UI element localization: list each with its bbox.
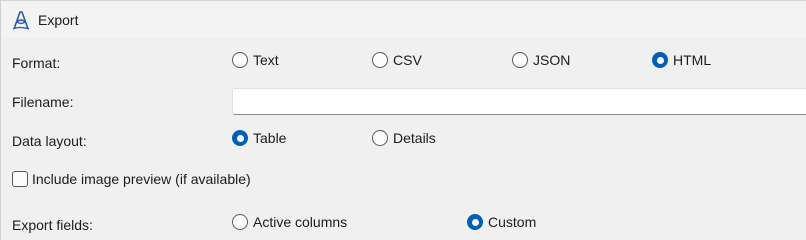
data-layout-option-details[interactable]: Details	[372, 130, 436, 146]
title-bar: Export	[1, 0, 806, 38]
format-option-html[interactable]: HTML	[652, 52, 711, 68]
filename-input[interactable]	[232, 88, 806, 115]
app-icon	[11, 9, 31, 31]
format-label: Format:	[12, 55, 61, 71]
data-layout-option-table[interactable]: Table	[232, 130, 286, 146]
format-option-csv-label: CSV	[393, 52, 422, 68]
format-option-html-label: HTML	[673, 52, 712, 68]
include-image-preview-label: Include image preview (if available)	[32, 171, 251, 187]
format-option-text[interactable]: Text	[232, 52, 279, 68]
data-layout-label: Data layout:	[12, 133, 87, 149]
radio-selected-icon	[652, 52, 668, 68]
filename-label: Filename:	[12, 94, 74, 110]
radio-icon	[512, 52, 528, 68]
data-layout-option-details-label: Details	[393, 130, 436, 146]
export-fields-option-active-columns-label: Active columns	[253, 214, 348, 230]
data-layout-option-table-label: Table	[253, 130, 287, 146]
checkbox-icon	[12, 171, 28, 187]
radio-icon	[232, 52, 248, 68]
export-dialog: Export Format: Text CSV JSON HTML Filena…	[0, 0, 806, 240]
radio-selected-icon	[467, 214, 483, 230]
format-option-json-label: JSON	[533, 52, 571, 68]
radio-icon	[232, 214, 248, 230]
export-fields-label: Export fields:	[12, 217, 93, 233]
format-option-csv[interactable]: CSV	[372, 52, 422, 68]
format-option-json[interactable]: JSON	[512, 52, 570, 68]
format-option-text-label: Text	[253, 52, 279, 68]
radio-icon	[372, 52, 388, 68]
radio-icon	[372, 130, 388, 146]
include-image-preview-checkbox[interactable]: Include image preview (if available)	[12, 171, 251, 187]
export-fields-option-custom-label: Custom	[488, 214, 537, 230]
export-fields-option-active-columns[interactable]: Active columns	[232, 214, 347, 230]
radio-selected-icon	[232, 130, 248, 146]
window-title: Export	[38, 12, 79, 28]
export-fields-option-custom[interactable]: Custom	[467, 214, 536, 230]
